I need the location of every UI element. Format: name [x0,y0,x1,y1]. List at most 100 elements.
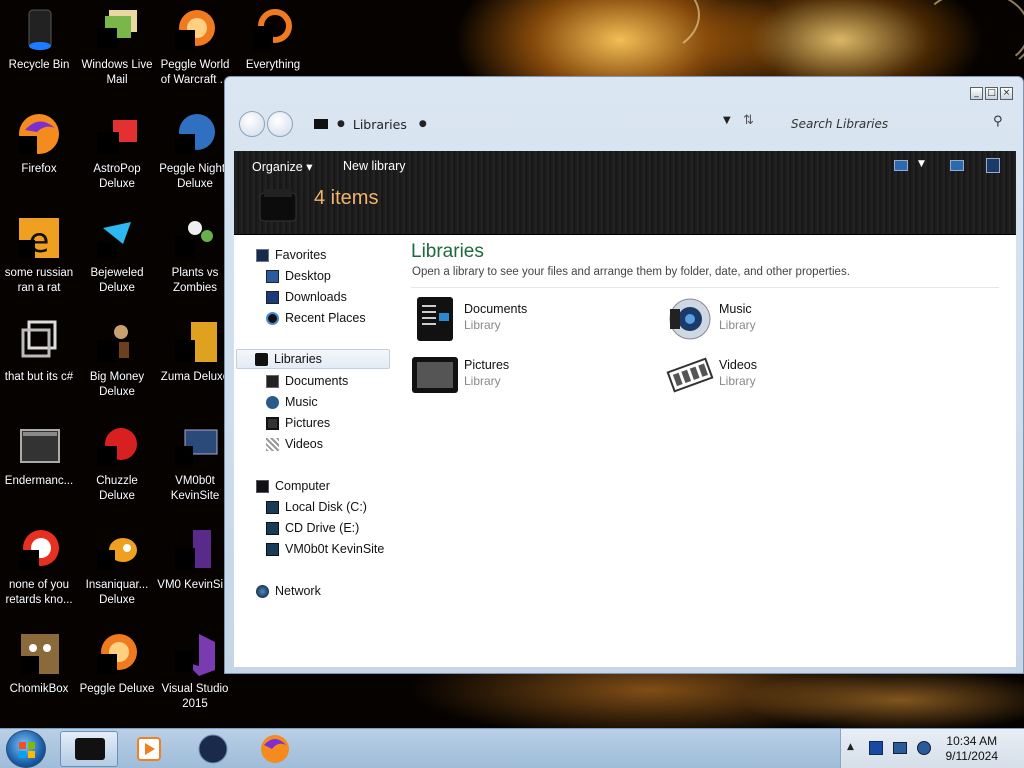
firefox-icon [15,110,63,158]
refresh-icon[interactable]: ⇅ [743,113,754,128]
view-options-icon[interactable] [894,160,908,171]
library-documents[interactable]: Documents Library [411,297,651,341]
library-type: Library [719,374,756,388]
nav-network[interactable]: Network [256,581,321,601]
nav-libraries[interactable]: Libraries [236,349,390,369]
desktop-icon-visual-studio[interactable]: Visual Studio 2015 [156,630,234,712]
taskbar-media-player[interactable] [122,731,180,767]
breadcrumb-arrow-icon[interactable]: ● [419,119,427,129]
desktop-icon-vm0-kevinsite[interactable]: VM0 KevinSi... [156,526,234,593]
clock[interactable]: 10:34 AM 9/11/2024 [946,734,999,764]
desktop-icon-plants-vs-zombies[interactable]: Plants vs Zombies [156,214,234,296]
desktop-icon-peggle-nights[interactable]: Peggle Nights Deluxe [156,110,234,192]
desktop-icon-label: Visual Studio 2015 [161,683,229,710]
desktop-icon-chuzzle[interactable]: Chuzzle Deluxe [78,422,156,504]
libraries-icon [255,352,268,366]
breadcrumb-arrow-icon[interactable]: ● [337,119,345,129]
desktop-icon-endermanch[interactable]: Endermanc... [0,422,78,489]
nav-label: Desktop [285,269,331,283]
desktop-icon-label: Insaniquar... Deluxe [85,579,149,606]
media-player-icon [137,737,161,761]
library-music[interactable]: Music Library [666,297,906,341]
preview-pane-icon[interactable] [950,160,964,171]
desktop-icon-astropop[interactable]: AstroPop Deluxe [78,110,156,192]
nav-label: VM0b0t KevinSite [285,542,385,556]
desktop-icon-windows-live-mail[interactable]: Windows Live Mail [78,6,156,88]
library-name: Pictures [464,358,510,372]
desktop-icon-none-of-you[interactable]: none of you retards kno... [0,526,78,608]
nav-recent-places[interactable]: Recent Places [266,308,366,328]
minimize-button[interactable]: _ [970,87,983,100]
peggle-icon [171,6,219,54]
desktop-icon-that-but-its-csharp[interactable]: that but its c# [0,318,78,385]
volume-icon[interactable] [917,741,931,755]
library-type: Library [719,318,756,332]
content-area: Favorites Desktop Downloads Recent Place… [234,235,1016,667]
downloads-icon [266,290,279,304]
new-library-button[interactable]: New library [343,159,406,173]
libraries-icon [314,119,328,129]
nav-favorites[interactable]: Favorites [256,245,326,265]
taskbar-explorer[interactable] [60,731,118,767]
show-hidden-icons-icon[interactable]: ▲ [847,742,854,752]
desktop-icon-label: none of you retards kno... [5,579,73,606]
desktop-icon-everything[interactable]: Everything [234,6,312,73]
desktop-icon-bejeweled[interactable]: Bejeweled Deluxe [78,214,156,296]
desktop-icon-firefox[interactable]: Firefox [0,110,78,177]
windows-logo-icon [19,742,35,758]
nav-videos[interactable]: Videos [266,434,323,454]
library-pictures[interactable]: Pictures Library [411,353,651,397]
nav-music[interactable]: Music [266,392,318,412]
search-input[interactable]: Search Libraries [785,113,1015,135]
search-icon[interactable]: ⚲ [993,114,1003,129]
network-icon [256,584,269,598]
address-bar[interactable]: ● Libraries ● [313,113,773,135]
taskbar-globe[interactable] [184,731,242,767]
nav-label: Libraries [274,352,322,366]
help-icon[interactable] [986,158,1000,173]
nav-cd-drive[interactable]: CD Drive (E:) [266,518,359,538]
desktop-icon-peggle-wow[interactable]: Peggle World of Warcraft ... [156,6,234,88]
taskbar-firefox[interactable] [246,731,304,767]
desktop-icon-zuma[interactable]: Zuma Deluxe [156,318,234,385]
nav-vm0b0t-kevinsite[interactable]: VM0b0t KevinSite [266,539,384,559]
nav-desktop[interactable]: Desktop [266,266,331,286]
desktop-icon-label: that but its c# [4,371,74,383]
libraries-icon [75,738,105,760]
nav-downloads[interactable]: Downloads [266,287,347,307]
close-button[interactable]: × [1000,87,1013,100]
desktop-icon [266,269,279,283]
nav-pictures[interactable]: Pictures [266,413,330,433]
peggle-icon [93,630,141,678]
chevron-down-icon[interactable]: ▼ [723,115,731,126]
library-videos[interactable]: Videos Library [666,353,906,397]
desktop-icon-vm0b0t-kevinsite[interactable]: VM0b0t KevinSite [156,422,234,504]
desktop-icon-big-money[interactable]: Big Money Deluxe [78,318,156,400]
action-center-icon[interactable] [869,741,883,755]
desktop-icon-insaniquarium[interactable]: Insaniquar... Deluxe [78,526,156,608]
desktop-icon-label: Everything [245,59,301,71]
desktop-icon-chomikbox[interactable]: ChomikBox [0,630,78,697]
nav-label: Documents [285,374,349,388]
desktop-icon-label: some russian ran a rat [4,267,74,294]
organize-button[interactable]: Organize ▾ [252,159,312,174]
game-icon [93,422,141,470]
maximize-button[interactable]: □ [985,87,998,100]
desktop-icon-peggle-deluxe[interactable]: Peggle Deluxe [78,630,156,697]
item-count: 4 items [314,187,379,209]
desktop-icon-label: VM0 KevinSi... [157,579,233,591]
nav-computer[interactable]: Computer [256,476,330,496]
desktop-icon-some-russian[interactable]: e some russian ran a rat [0,214,78,296]
nav-local-disk[interactable]: Local Disk (C:) [266,497,367,517]
network-status-icon[interactable] [893,742,907,754]
breadcrumb-libraries[interactable]: Libraries [353,117,407,132]
nav-documents[interactable]: Documents [266,371,348,391]
chevron-down-icon[interactable]: ▼ [918,159,925,169]
divider [411,287,999,288]
videos-icon [266,437,279,451]
back-button[interactable] [239,111,265,137]
start-button[interactable] [6,730,46,768]
libraries-view: Libraries Open a library to see your fil… [411,235,1001,667]
desktop-icon-recycle-bin[interactable]: Recycle Bin [0,6,78,73]
forward-button[interactable] [267,111,293,137]
